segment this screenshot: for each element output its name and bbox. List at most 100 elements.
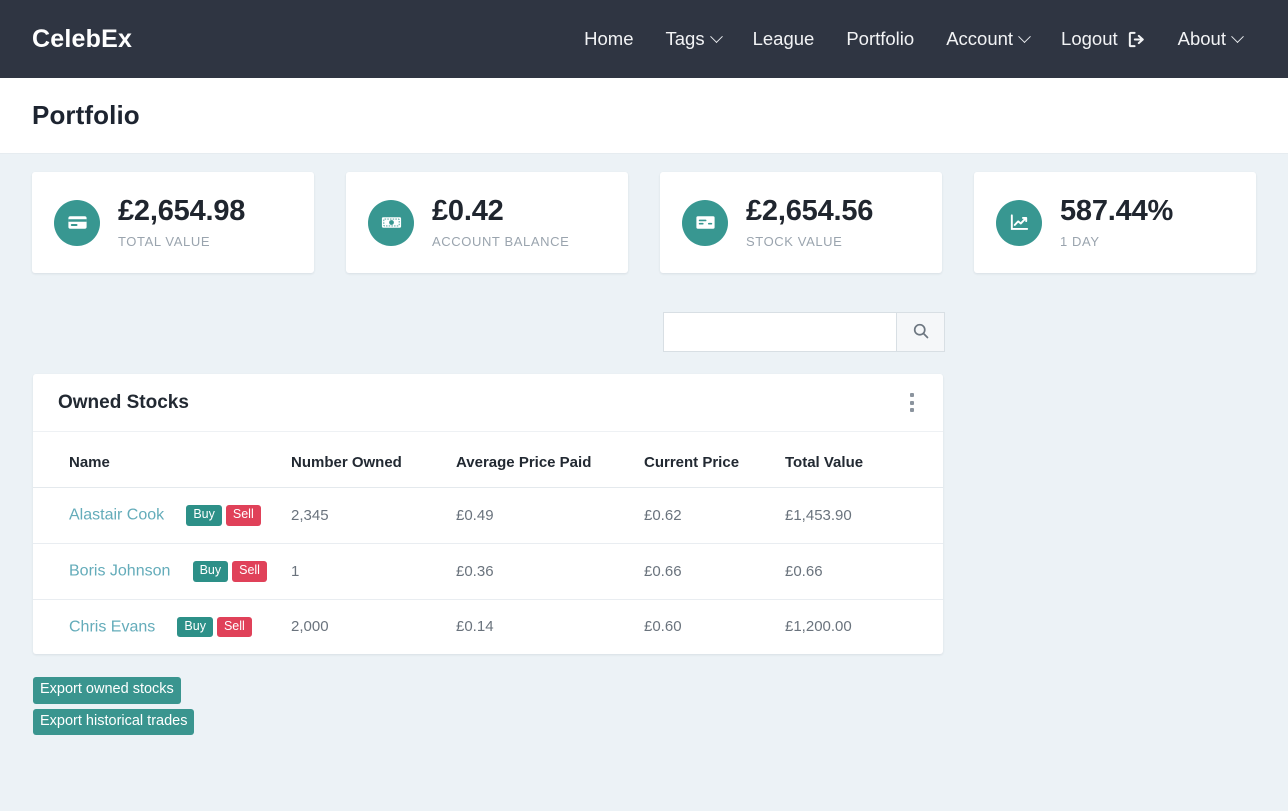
stock-name-link[interactable]: Boris Johnson	[69, 562, 170, 579]
table-header-row: Name Number Owned Average Price Paid Cur…	[33, 432, 943, 488]
search-input[interactable]	[663, 312, 896, 352]
cell-name: Alastair Cook Buy Sell	[33, 487, 283, 544]
column-header-current-price[interactable]: Current Price	[636, 432, 777, 488]
sell-button[interactable]: Sell	[232, 560, 267, 582]
stat-label: STOCK VALUE	[746, 233, 843, 249]
kebab-dot	[910, 408, 914, 412]
cell-current-price: £0.66	[636, 543, 777, 600]
stat-value: £2,654.56	[746, 195, 874, 228]
brand-logo[interactable]: CelebEx	[32, 25, 132, 54]
export-owned-stocks-button[interactable]: Export owned stocks	[33, 677, 181, 704]
cell-number-owned: 2,000	[291, 618, 329, 636]
stat-value: £2,654.98	[118, 195, 246, 228]
chart-line-icon	[996, 199, 1042, 246]
cell-name: Chris Evans Buy Sell	[33, 599, 283, 654]
nav-item-home[interactable]: Home	[568, 20, 649, 58]
cheque-icon	[682, 199, 728, 246]
buy-button[interactable]: Buy	[177, 616, 213, 638]
nav-item-league[interactable]: League	[737, 20, 831, 58]
stat-card-text: £2,654.56 STOCK VALUE	[746, 195, 874, 249]
search-button[interactable]	[896, 312, 945, 352]
cell-current-price: £0.62	[636, 487, 777, 544]
primary-navigation: Home Tags League Portfolio Account Logou…	[568, 20, 1258, 58]
stat-label: ACCOUNT BALANCE	[432, 233, 570, 249]
stat-card-stock-value-wrap: £2,654.56 STOCK VALUE	[644, 172, 958, 273]
export-buttons: Export owned stocks Export historical tr…	[33, 677, 1288, 736]
column-header-name[interactable]: Name	[33, 432, 283, 488]
column-header-number-owned[interactable]: Number Owned	[283, 432, 448, 488]
cell-number-owned: 1	[283, 543, 448, 600]
column-header-total-value[interactable]: Total Value	[777, 432, 943, 488]
row-actions: Buy Sell	[186, 505, 261, 526]
table-head: Name Number Owned Average Price Paid Cur…	[33, 432, 943, 488]
stat-value: 587.44%	[1060, 195, 1174, 228]
nav-item-tags[interactable]: Tags	[650, 20, 737, 58]
nav-item-label: Portfolio	[846, 28, 915, 49]
nav-item-logout[interactable]: Logout	[1045, 20, 1162, 58]
chevron-down-icon	[1018, 29, 1031, 43]
cell-average-price-paid: £0.14	[456, 618, 494, 636]
kebab-dot	[910, 400, 914, 405]
nav-item-label: League	[752, 28, 815, 49]
stat-card-text: £0.42 ACCOUNT BALANCE	[432, 195, 570, 249]
kebab-menu-icon[interactable]	[899, 388, 925, 418]
nav-item-label: About	[1177, 28, 1226, 49]
sign-out-icon	[1127, 30, 1146, 49]
chevron-down-icon	[1231, 29, 1244, 43]
owned-stocks-table: Name Number Owned Average Price Paid Cur…	[33, 432, 943, 654]
export-historical-trades-button[interactable]: Export historical trades	[33, 708, 195, 736]
owned-stocks-card: Owned Stocks Name Number Owned Average P…	[33, 374, 943, 655]
table-body: Alastair Cook Buy Sell 2,345 £0.49 £0.62…	[33, 487, 943, 655]
page-header: Portfolio	[0, 78, 1288, 154]
credit-card-icon	[54, 199, 100, 246]
sell-button[interactable]: Sell	[216, 616, 252, 638]
cell-total-value: £0.66	[777, 543, 943, 600]
nav-item-label: Account	[946, 28, 1014, 49]
stat-card-one-day: 587.44% 1 DAY	[974, 172, 1256, 273]
stats-row: £2,654.98 TOTAL VALUE £0.42 ACCOUNT BALA…	[0, 154, 1288, 273]
nav-item-label: Logout	[1061, 28, 1118, 49]
search-icon	[912, 322, 930, 343]
search-row	[663, 273, 1288, 352]
cell-total-value: £1,453.90	[777, 487, 943, 544]
page-title: Portfolio	[32, 100, 140, 130]
chevron-down-icon	[709, 29, 723, 43]
table-row: Alastair Cook Buy Sell 2,345 £0.49 £0.62…	[33, 487, 943, 544]
top-navbar: CelebEx Home Tags League Portfolio Accou…	[0, 0, 1288, 78]
nav-item-label: Home	[584, 28, 634, 49]
stock-name-link[interactable]: Alastair Cook	[69, 506, 164, 523]
row-actions: Buy Sell	[192, 560, 267, 582]
cell-average-price-paid: £0.36	[448, 543, 636, 600]
sell-button[interactable]: Sell	[225, 505, 261, 526]
stat-label: TOTAL VALUE	[118, 233, 211, 249]
stat-card-account-balance-wrap: £0.42 ACCOUNT BALANCE	[330, 172, 644, 273]
nav-item-about[interactable]: About	[1162, 20, 1258, 58]
cell-name: Boris Johnson Buy Sell	[33, 543, 283, 600]
banknote-icon	[368, 199, 414, 246]
cell-total-value: £1,200.00	[785, 618, 852, 636]
search-group	[663, 312, 945, 352]
cell-current-price: £0.60	[644, 618, 682, 636]
table-row: Boris Johnson Buy Sell 1 £0.36 £0.66 £0.…	[33, 543, 943, 600]
nav-item-account[interactable]: Account	[930, 20, 1045, 58]
stat-card-one-day-wrap: 587.44% 1 DAY	[958, 172, 1272, 273]
table-row: Chris Evans Buy Sell 2,000 £0.14 £0.60 £…	[33, 599, 943, 654]
row-actions: Buy Sell	[177, 616, 252, 638]
column-header-average-price-paid[interactable]: Average Price Paid	[448, 432, 636, 488]
stat-card-stock-value: £2,654.56 STOCK VALUE	[660, 172, 942, 273]
stat-card-text: 587.44% 1 DAY	[1060, 195, 1174, 249]
cell-number-owned: 2,345	[283, 487, 448, 544]
buy-button[interactable]: Buy	[186, 505, 222, 526]
stat-card-account-balance: £0.42 ACCOUNT BALANCE	[346, 172, 628, 273]
owned-stocks-card-header: Owned Stocks	[33, 374, 943, 432]
stat-label: 1 DAY	[1060, 233, 1100, 249]
cell-average-price-paid: £0.49	[448, 487, 636, 544]
stock-name-link[interactable]: Chris Evans	[69, 618, 155, 635]
nav-item-portfolio[interactable]: Portfolio	[830, 20, 930, 58]
stat-card-total-value: £2,654.98 TOTAL VALUE	[32, 172, 314, 273]
kebab-dot	[910, 393, 914, 397]
stat-value: £0.42	[432, 195, 504, 228]
stat-card-text: £2,654.98 TOTAL VALUE	[118, 195, 246, 249]
nav-item-label: Tags	[665, 28, 705, 49]
buy-button[interactable]: Buy	[192, 560, 229, 582]
